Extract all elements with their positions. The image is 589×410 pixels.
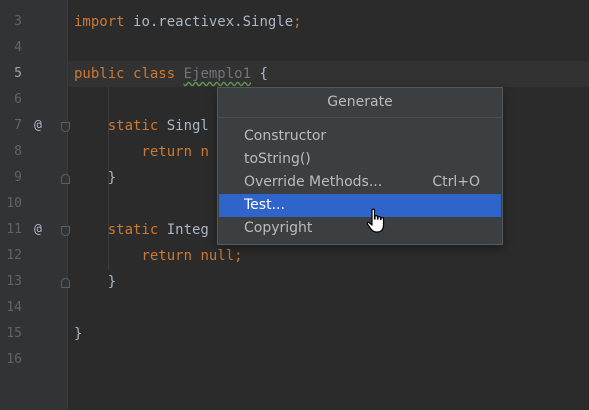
editor-gutter: 3 4 5 6 7 @8 9 10 11 @12 13 14 15 16 xyxy=(0,0,70,410)
code-token: import xyxy=(74,14,134,30)
line-number: 12 xyxy=(6,248,22,263)
code-token: return xyxy=(74,144,201,160)
menu-item-test[interactable]: Test... xyxy=(219,194,501,217)
code-line[interactable]: } xyxy=(74,321,82,347)
line-number: 13 xyxy=(6,274,22,289)
popup-title: Generate xyxy=(218,88,502,118)
code-line[interactable]: } xyxy=(74,269,116,295)
code-token: } xyxy=(74,170,117,186)
code-token: return xyxy=(74,248,201,264)
line-number: 11 xyxy=(6,222,22,237)
line-number: 6 xyxy=(14,92,22,107)
menu-item-label: Copyright xyxy=(244,220,313,236)
code-line[interactable]: public class Ejemplo1 { xyxy=(74,61,268,87)
line-number: 9 xyxy=(14,170,22,185)
at-sign-icon[interactable]: @ xyxy=(34,113,42,139)
indent-guide xyxy=(108,87,109,245)
menu-item-tostring[interactable]: toString() xyxy=(219,148,501,171)
code-line[interactable]: return n xyxy=(74,139,209,165)
menu-item-label: toString() xyxy=(244,151,311,167)
code-line[interactable]: static Integ xyxy=(74,217,209,243)
code-token: { xyxy=(251,66,268,82)
code-token: ; xyxy=(293,14,302,30)
line-number: 8 xyxy=(14,144,22,159)
code-token: Integ xyxy=(166,222,209,238)
code-line[interactable]: return null; xyxy=(74,243,243,269)
code-token: io.reactivex.Single xyxy=(133,14,294,30)
line-number: 10 xyxy=(6,196,22,211)
line-number: 14 xyxy=(6,300,22,315)
line-number: 15 xyxy=(6,326,22,341)
code-token: public xyxy=(74,66,134,82)
menu-item-override-methods[interactable]: Override Methods... Ctrl+O xyxy=(219,171,501,194)
hand-pointer-icon xyxy=(366,208,388,238)
code-token: } xyxy=(74,326,83,342)
line-number: 16 xyxy=(6,352,22,367)
code-line[interactable]: static Singl xyxy=(74,113,209,139)
code-token: Ejemplo1 xyxy=(183,66,252,82)
line-number: 3 xyxy=(14,14,22,29)
code-token: n xyxy=(200,144,209,160)
code-token: static xyxy=(74,222,167,238)
code-line[interactable]: import io.reactivex.Single; xyxy=(74,9,302,35)
code-token: static xyxy=(74,118,167,134)
generate-popup: Generate Constructor toString() Override M… xyxy=(217,87,503,245)
menu-item-constructor[interactable]: Constructor xyxy=(219,125,501,148)
code-token: } xyxy=(74,274,117,290)
code-token: null xyxy=(200,248,235,264)
menu-item-label: Test... xyxy=(244,197,285,213)
menu-item-label: Override Methods... xyxy=(244,174,383,190)
code-line[interactable]: } xyxy=(74,165,116,191)
code-token: class xyxy=(133,66,184,82)
indent-guide xyxy=(108,243,109,270)
code-token: ; xyxy=(234,248,243,264)
menu-item-label: Constructor xyxy=(244,128,327,144)
code-token: Singl xyxy=(166,118,209,134)
menu-item-shortcut: Ctrl+O xyxy=(432,174,480,190)
line-number: 5 xyxy=(14,66,22,81)
menu-item-copyright[interactable]: Copyright xyxy=(219,217,501,240)
at-sign-icon[interactable]: @ xyxy=(34,217,42,243)
line-number: 7 xyxy=(14,118,22,133)
line-number: 4 xyxy=(14,40,22,55)
